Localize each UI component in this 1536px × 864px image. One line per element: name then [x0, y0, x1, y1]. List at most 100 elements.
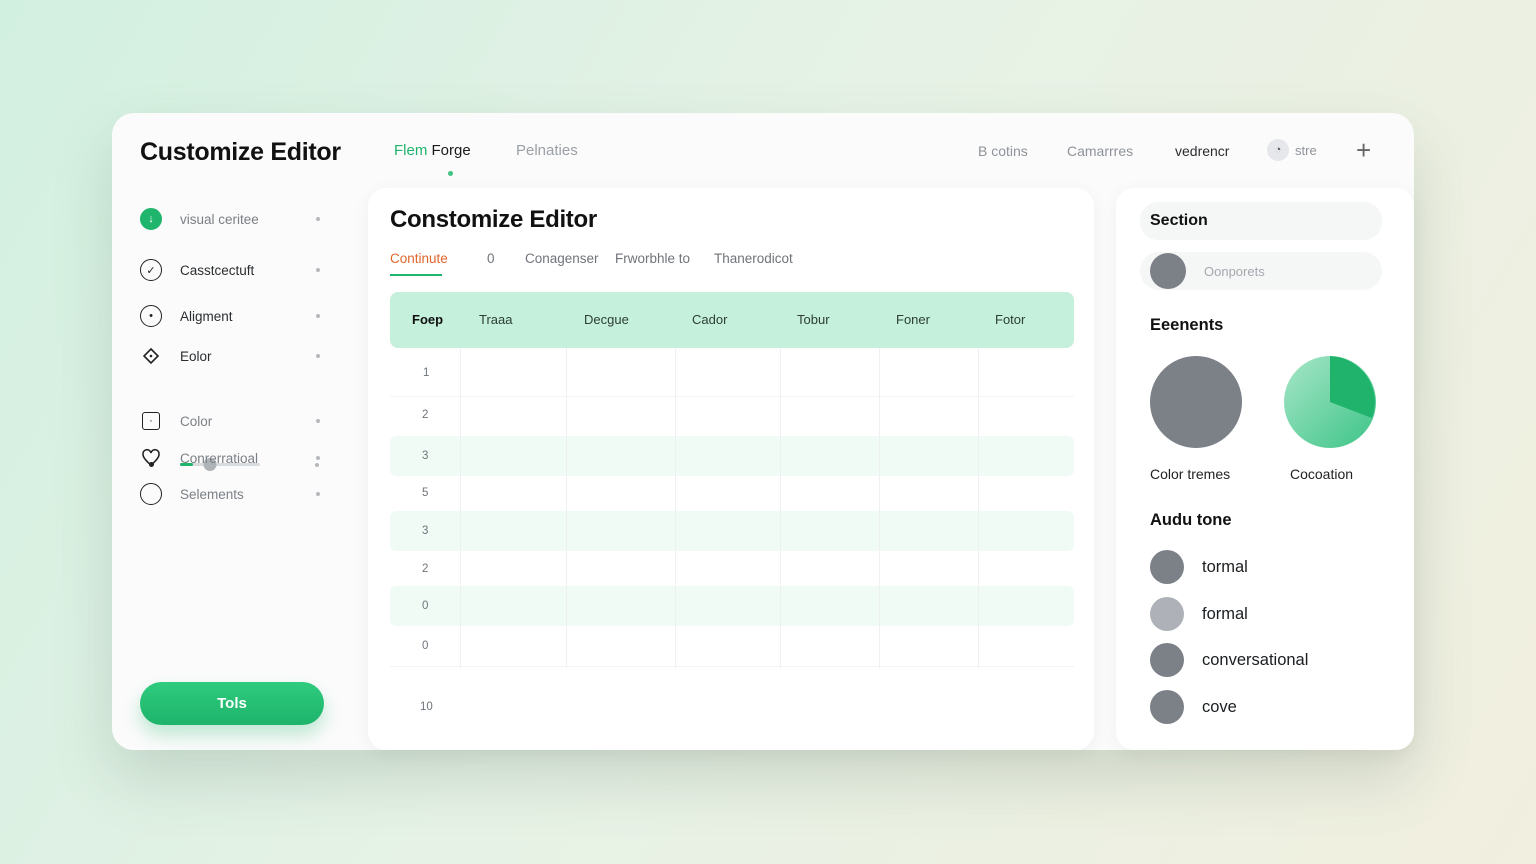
sidebar-item-label: Selements: [180, 486, 244, 502]
swatch-label: Color tremes: [1150, 466, 1231, 482]
app-title: Customize Editor: [140, 138, 341, 166]
page-title: Constomize Editor: [390, 206, 597, 233]
row-number: 2: [422, 563, 429, 575]
user-label: stre: [1295, 142, 1317, 158]
tone-radio[interactable]: [1150, 643, 1184, 677]
top-link-cotins[interactable]: B cotins: [978, 143, 1028, 159]
tone-option[interactable]: tormal: [1150, 550, 1248, 584]
tone-radio[interactable]: [1150, 550, 1184, 584]
row-divider: [390, 396, 1074, 397]
diamond-icon: [140, 345, 162, 367]
tone-radio[interactable]: [1150, 690, 1184, 724]
row-number: 2: [422, 409, 429, 421]
column-divider: [780, 348, 781, 668]
main-panel: Constomize Editor Continute 0 Conagenser…: [368, 188, 1094, 750]
component-avatar: [1150, 253, 1186, 289]
sidebar-item-label: Conrerratioal: [180, 450, 259, 466]
sidebar-item-eolor[interactable]: Eolor: [140, 345, 320, 367]
item-dot: [316, 456, 320, 460]
sidebar-item-casstcectuft[interactable]: ✓ Casstcectuft: [140, 259, 320, 281]
row-number: 3: [422, 450, 429, 462]
top-link-vedrencr[interactable]: vedrencr: [1175, 143, 1229, 159]
item-dot: [316, 419, 320, 423]
elements-title: Eeenents: [1150, 316, 1224, 334]
column-header[interactable]: Fotor: [995, 312, 1025, 327]
row-number: 1: [423, 367, 430, 379]
item-dot: [316, 354, 320, 358]
components-field[interactable]: Oonporets: [1140, 252, 1382, 290]
tone-label: tormal: [1202, 557, 1248, 576]
column-divider: [675, 348, 676, 668]
sidebar-item-alignment[interactable]: • Aligment: [140, 305, 320, 327]
subtab-thanerodicot[interactable]: Thanerodicot: [714, 251, 793, 266]
heart-icon: [140, 447, 162, 469]
tone-radio[interactable]: [1150, 597, 1184, 631]
subtab-conagenser[interactable]: Conagenser: [525, 251, 599, 266]
sidebar-item-visual[interactable]: ↓ visual ceritee: [140, 208, 320, 230]
row-number: 5: [422, 487, 429, 499]
section-header[interactable]: Section: [1140, 202, 1382, 240]
subtab-underline: [390, 274, 442, 276]
download-icon: ↓: [140, 208, 162, 230]
table-footer-count: 10: [420, 701, 433, 713]
color-themes-swatch[interactable]: [1150, 356, 1242, 448]
item-dot: [316, 314, 320, 318]
tab-flem-forge[interactable]: Flem Forge: [394, 142, 471, 159]
column-header[interactable]: Traaa: [479, 312, 512, 327]
row-number: 0: [422, 600, 429, 612]
subtab-frworbhle[interactable]: Frworbhle to: [615, 251, 690, 266]
components-placeholder: Oonporets: [1204, 263, 1265, 279]
target-icon: •: [140, 305, 162, 327]
tone-option[interactable]: cove: [1150, 690, 1237, 724]
tone-label: cove: [1202, 697, 1237, 716]
column-header[interactable]: Tobur: [797, 312, 830, 327]
item-dot: [316, 268, 320, 272]
subtab-continute[interactable]: Continute: [390, 251, 448, 266]
tab-pelnaties[interactable]: Pelnaties: [516, 142, 578, 159]
square-icon: ·: [142, 412, 160, 430]
sidebar: ↓ visual ceritee ✓ Casstcectuft • Aligme…: [112, 188, 349, 750]
table-row[interactable]: [390, 511, 1074, 551]
cocoation-swatch[interactable]: [1284, 356, 1376, 448]
table-row[interactable]: [390, 586, 1074, 626]
tab-accent-text: Flem: [394, 142, 428, 159]
swatch-label: Cocoation: [1290, 466, 1354, 482]
tab-label: Forge: [427, 142, 471, 159]
column-header[interactable]: Cador: [692, 312, 727, 327]
tools-button[interactable]: Tols: [140, 682, 324, 725]
column-divider: [566, 348, 567, 668]
tone-label: conversational: [1202, 650, 1309, 669]
column-divider: [460, 348, 461, 668]
table-header: Foep Traaa Decgue Cador Tobur Foner Foto…: [390, 292, 1074, 348]
sidebar-item-conversational[interactable]: Conrerratioal: [140, 447, 320, 469]
tone-option[interactable]: conversational: [1150, 643, 1308, 677]
item-dot: [316, 217, 320, 221]
tone-title: Audu tone: [1150, 511, 1232, 529]
column-divider: [879, 348, 880, 668]
circle-icon: [140, 483, 162, 505]
column-divider: [978, 348, 979, 668]
sidebar-item-color[interactable]: · Color: [140, 412, 320, 430]
tone-option[interactable]: formal: [1150, 597, 1248, 631]
sidebar-item-label: Eolor: [180, 348, 212, 364]
row-number: 3: [422, 525, 429, 537]
sidebar-item-label: Color: [180, 413, 213, 429]
properties-panel: Section Oonporets Eeenents Color tremes …: [1116, 188, 1414, 750]
sidebar-item-selements[interactable]: Selements: [140, 483, 320, 505]
tone-label: formal: [1202, 604, 1248, 623]
add-icon[interactable]: +: [1356, 137, 1371, 163]
active-tab-indicator: [448, 171, 453, 176]
user-menu[interactable]: ◔ stre: [1267, 139, 1317, 161]
subtab-zero[interactable]: 0: [487, 251, 495, 266]
row-divider: [390, 666, 1074, 667]
user-avatar-icon: ◔: [1267, 139, 1289, 161]
item-dot: [316, 492, 320, 496]
editor-window: Customize Editor Flem Forge Pelnaties B …: [112, 113, 1414, 750]
column-header[interactable]: Decgue: [584, 312, 629, 327]
top-link-camarrres[interactable]: Camarrres: [1067, 143, 1133, 159]
table-row[interactable]: [390, 436, 1074, 476]
column-header[interactable]: Foner: [896, 312, 930, 327]
sidebar-item-label: visual ceritee: [180, 211, 259, 227]
column-header[interactable]: Foep: [412, 312, 443, 327]
row-number: 0: [422, 640, 429, 652]
